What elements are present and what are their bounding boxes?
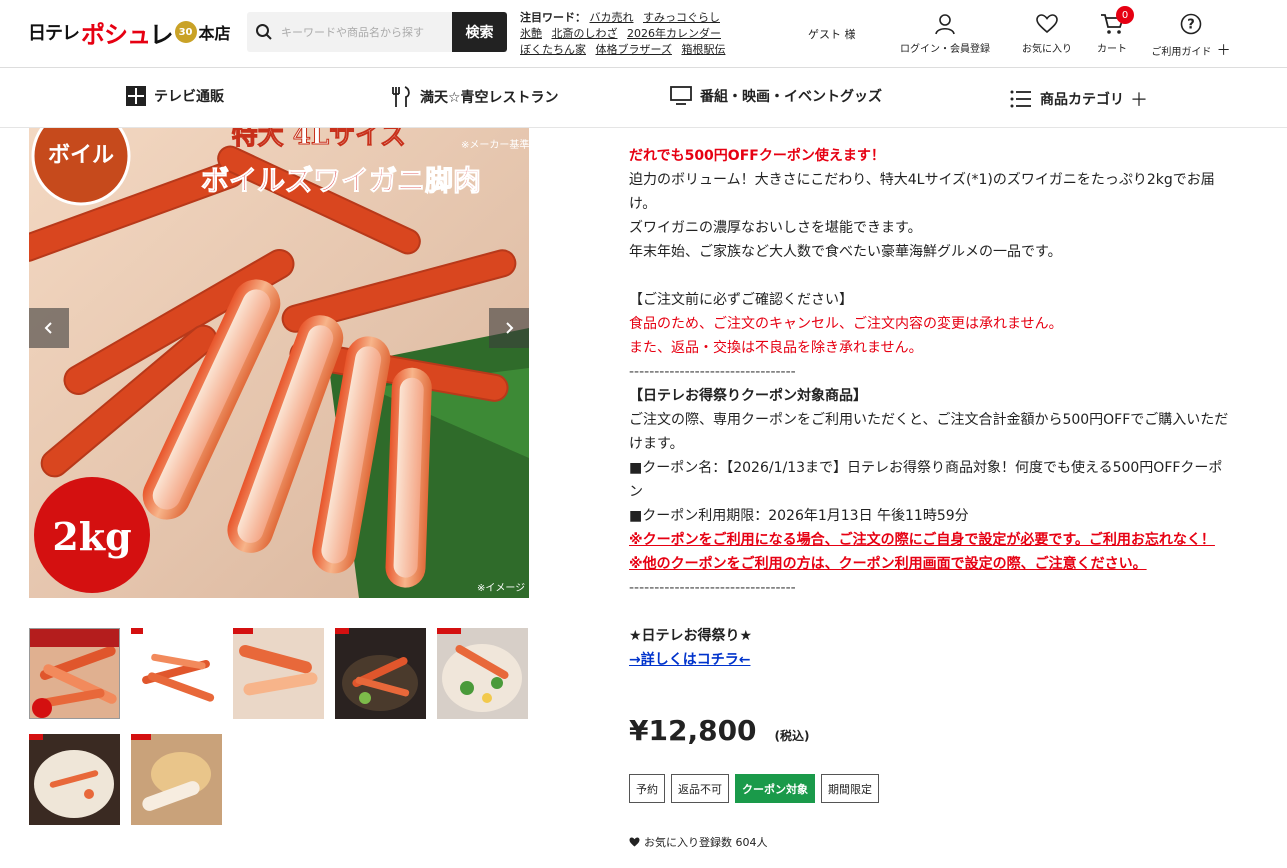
main-title-note: ※メーカー基準	[461, 138, 529, 151]
thumbnail-4[interactable]	[335, 628, 426, 719]
separator: ---------------------------------	[629, 364, 796, 380]
keywords-label: 注目ワード：	[520, 11, 586, 24]
monitor-icon	[670, 86, 692, 105]
keyword-link[interactable]: 北斎のしわざ	[552, 27, 618, 40]
coupon-name: ■クーポン名：【2026/1/13まで】日テレお得祭り商品対象！何度でも使える5…	[629, 460, 1223, 500]
price-block: ¥12,800 (税込)	[629, 714, 810, 747]
coupon-warning: ※他のクーポンをご利用の方は、クーポン利用画面で設定の際、ご注意ください。	[629, 556, 1147, 572]
confirm-notice: また、返品・交換は不良品を除き承れません。	[629, 340, 923, 356]
keyword-link[interactable]: 氷艶	[520, 27, 542, 40]
favorites-count-text: お気に入り登録数 604人	[644, 836, 768, 849]
keyword-link[interactable]: すみっコぐらし	[643, 11, 720, 24]
thumbnail-7[interactable]	[131, 734, 222, 825]
chevron-left-icon	[44, 322, 52, 334]
boil-badge-text: ボイル	[48, 143, 114, 168]
desc-paragraph: 迫力のボリューム！大きさにこだわり、特大4Lサイズ(*1)のズワイガニをたっぷり…	[629, 172, 1215, 212]
prev-image-button[interactable]	[29, 308, 69, 348]
thumbnail-5[interactable]	[437, 628, 528, 719]
tag-limited: 期間限定	[821, 774, 879, 803]
plus-icon: ＋	[1216, 43, 1231, 59]
nav-label: 番組・映画・イベントグッズ	[700, 89, 882, 105]
coupon-warning: ※クーポンをご利用になる場合、ご注文の際にご自身で設定が必要です。ご利用お忘れな…	[629, 532, 1215, 548]
login-label: ログイン・会員登録	[900, 44, 990, 55]
cutlery-icon	[392, 86, 410, 107]
product-description: だれでも500円OFFクーポン使えます！ 迫力のボリューム！大きさにこだわり、特…	[629, 144, 1234, 672]
site-header: 日テレ ポシュレ 30 本店 検索 注目ワード： バカ売れ すみっコぐらし 氷艶…	[0, 0, 1287, 68]
price-amount: ¥12,800	[629, 714, 757, 747]
search-input[interactable]	[281, 25, 451, 39]
user-icon	[893, 12, 997, 36]
nav-item-restaurant[interactable]: 満天☆青空レストラン	[390, 86, 559, 108]
tag-no-return: 返品不可	[671, 774, 729, 803]
logo-prefix: 日テレ	[28, 23, 80, 44]
confirm-notice: 食品のため、ご注文のキャンセル、ご注文内容の変更は承れません。	[629, 316, 1063, 332]
svg-text:?: ?	[1187, 18, 1195, 33]
coupon-period: ■クーポン利用期限：2026年1月13日 午後11時59分	[629, 508, 969, 524]
thumbnail-2[interactable]	[131, 628, 222, 719]
list-icon	[1010, 90, 1031, 108]
thumbnail-3[interactable]	[233, 628, 324, 719]
guide-label: ご利用ガイド	[1151, 47, 1212, 58]
thumbnail-6[interactable]	[29, 734, 120, 825]
confirm-heading: 【ご注文前に必ずご確認ください】	[629, 292, 853, 308]
festival-heading: ★日テレお得祭り★	[629, 628, 753, 644]
anniversary-badge: 30	[174, 21, 197, 43]
desc-paragraph: 年末年始、ご家族など大人数で食べたい豪華海鮮グルメの一品です。	[629, 244, 1062, 260]
favorites-button[interactable]: お気に入り	[1017, 12, 1077, 55]
nav-item-goods[interactable]: 番組・映画・イベントグッズ	[670, 86, 882, 106]
favorites-count: お気に入り登録数 604人	[629, 834, 768, 850]
logo-main: ポシュレ	[81, 20, 174, 49]
guest-label: ゲスト 様	[808, 28, 856, 41]
main-title-1: 特大 4Lサイズ	[232, 128, 407, 151]
nav-label: テレビ通販	[154, 89, 224, 105]
chevron-right-icon	[506, 322, 514, 334]
product-main-image[interactable]: ボイル 特大 4Lサイズ ※メーカー基準 ボイルズワイガニ脚肉 2kg ※イメー…	[29, 128, 529, 598]
price-tax-label: (税込)	[774, 729, 810, 743]
nav-label: 満天☆青空レストラン	[420, 90, 559, 106]
nav-item-categories[interactable]: 商品カテゴリ ＋	[1010, 86, 1148, 112]
desc-paragraph: ズワイガニの濃厚なおいしさを堪能できます。	[629, 220, 922, 236]
favorites-label: お気に入り	[1022, 44, 1072, 55]
tv-shopping-icon	[126, 86, 146, 106]
separator: ---------------------------------	[629, 580, 796, 596]
plus-icon: ＋	[1130, 90, 1148, 111]
festival-details-link[interactable]: →詳しくはコチラ←	[629, 652, 750, 668]
tag-coupon: クーポン対象	[735, 774, 815, 803]
help-icon: ?	[1146, 12, 1236, 36]
nav-item-tv-shopping[interactable]: テレビ通販	[126, 86, 224, 106]
site-logo[interactable]: 日テレ ポシュレ 30 本店	[28, 14, 231, 50]
heart-icon	[629, 837, 640, 847]
logo-suffix: 本店	[198, 24, 231, 43]
global-nav: テレビ通販 満天☆青空レストラン 番組・映画・イベントグッズ 商品カテゴリ ＋	[0, 68, 1287, 128]
coupon-heading: 【日テレお得祭りクーポン対象商品】	[629, 388, 867, 404]
next-image-button[interactable]	[489, 308, 529, 348]
tag-reservation: 予約	[629, 774, 665, 803]
cart-button[interactable]: 0 カート	[1092, 6, 1134, 55]
guide-button[interactable]: ? ご利用ガイド ＋	[1146, 12, 1236, 60]
keyword-link[interactable]: ぼくたちん家	[520, 43, 586, 56]
coupon-headline: だれでも500円OFFクーポン使えます！	[629, 148, 885, 164]
image-note: ※イメージ	[477, 583, 525, 594]
trending-keywords: 注目ワード： バカ売れ すみっコぐらし 氷艶 北斎のしわざ 2026年カレンダー…	[520, 10, 760, 58]
main-title-2: ボイルズワイガニ脚肉	[201, 164, 481, 197]
cart-count-badge: 0	[1116, 6, 1134, 24]
cart-icon: 0	[1092, 6, 1134, 36]
nav-label: 商品カテゴリ	[1040, 92, 1124, 108]
weight-badge-text: 2kg	[52, 514, 131, 559]
cart-label: カート	[1097, 44, 1127, 55]
keyword-link[interactable]: 2026年カレンダー	[627, 27, 721, 40]
product-tags: 予約 返品不可 クーポン対象 期間限定	[629, 774, 879, 803]
coupon-paragraph: ご注文の際、専用クーポンをご利用いただくと、ご注文合計金額から500円OFFでご…	[629, 412, 1229, 452]
keyword-link[interactable]: バカ売れ	[590, 11, 634, 24]
search-icon	[247, 23, 281, 41]
login-button[interactable]: ログイン・会員登録	[893, 12, 997, 55]
keyword-link[interactable]: 体格ブラザーズ	[596, 43, 672, 56]
search-button[interactable]: 検索	[452, 12, 507, 52]
keyword-link[interactable]: 箱根駅伝	[681, 43, 725, 56]
heart-icon	[1017, 12, 1077, 36]
thumbnail-1[interactable]	[29, 628, 120, 719]
